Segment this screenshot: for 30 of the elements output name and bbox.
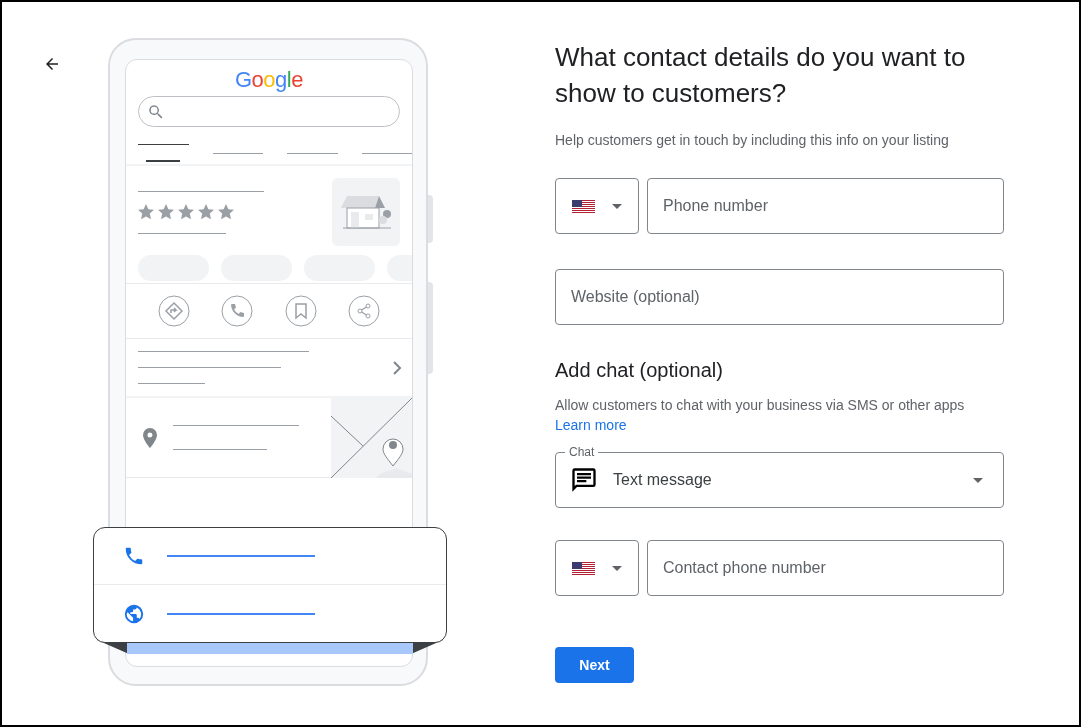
page-subheading: Help customers get in touch by including this info on your listing [555,131,950,150]
search-icon [147,102,165,121]
select-value: Text message [613,470,713,490]
google-logo: Google [235,67,303,94]
next-button[interactable]: Next [555,647,634,683]
globe-icon [123,602,145,625]
phone-number-field[interactable]: Phone number [647,178,1004,234]
us-flag-icon [572,561,595,575]
dropdown-arrow-icon [612,565,622,571]
phone-icon [123,545,145,567]
tab-indicator [146,160,181,162]
dropdown-arrow-icon [973,477,983,483]
country-select[interactable] [555,540,639,596]
section-description: Allow customers to chat with your business via SMS or other apps [555,396,966,415]
page-heading: What contact details do you want to show to customers? [555,41,967,110]
dropdown-arrow-icon [612,203,622,209]
directions-icon [157,295,190,327]
section-heading: Add chat (optional) [555,358,724,383]
bookmark-icon [284,295,317,327]
location-pin-icon [142,427,158,448]
country-select[interactable] [555,178,639,234]
learn-more-link[interactable]: Learn more [555,415,627,435]
placeholder-line [138,383,205,384]
share-icon [348,295,381,327]
chat-message-icon [570,466,598,494]
phone-icon [221,295,254,327]
chevron-right-icon [392,360,402,375]
us-flag-icon [572,199,595,213]
website-field[interactable]: Website (optional) [555,269,1004,325]
contact-phone-field[interactable]: Contact phone number [647,540,1004,596]
